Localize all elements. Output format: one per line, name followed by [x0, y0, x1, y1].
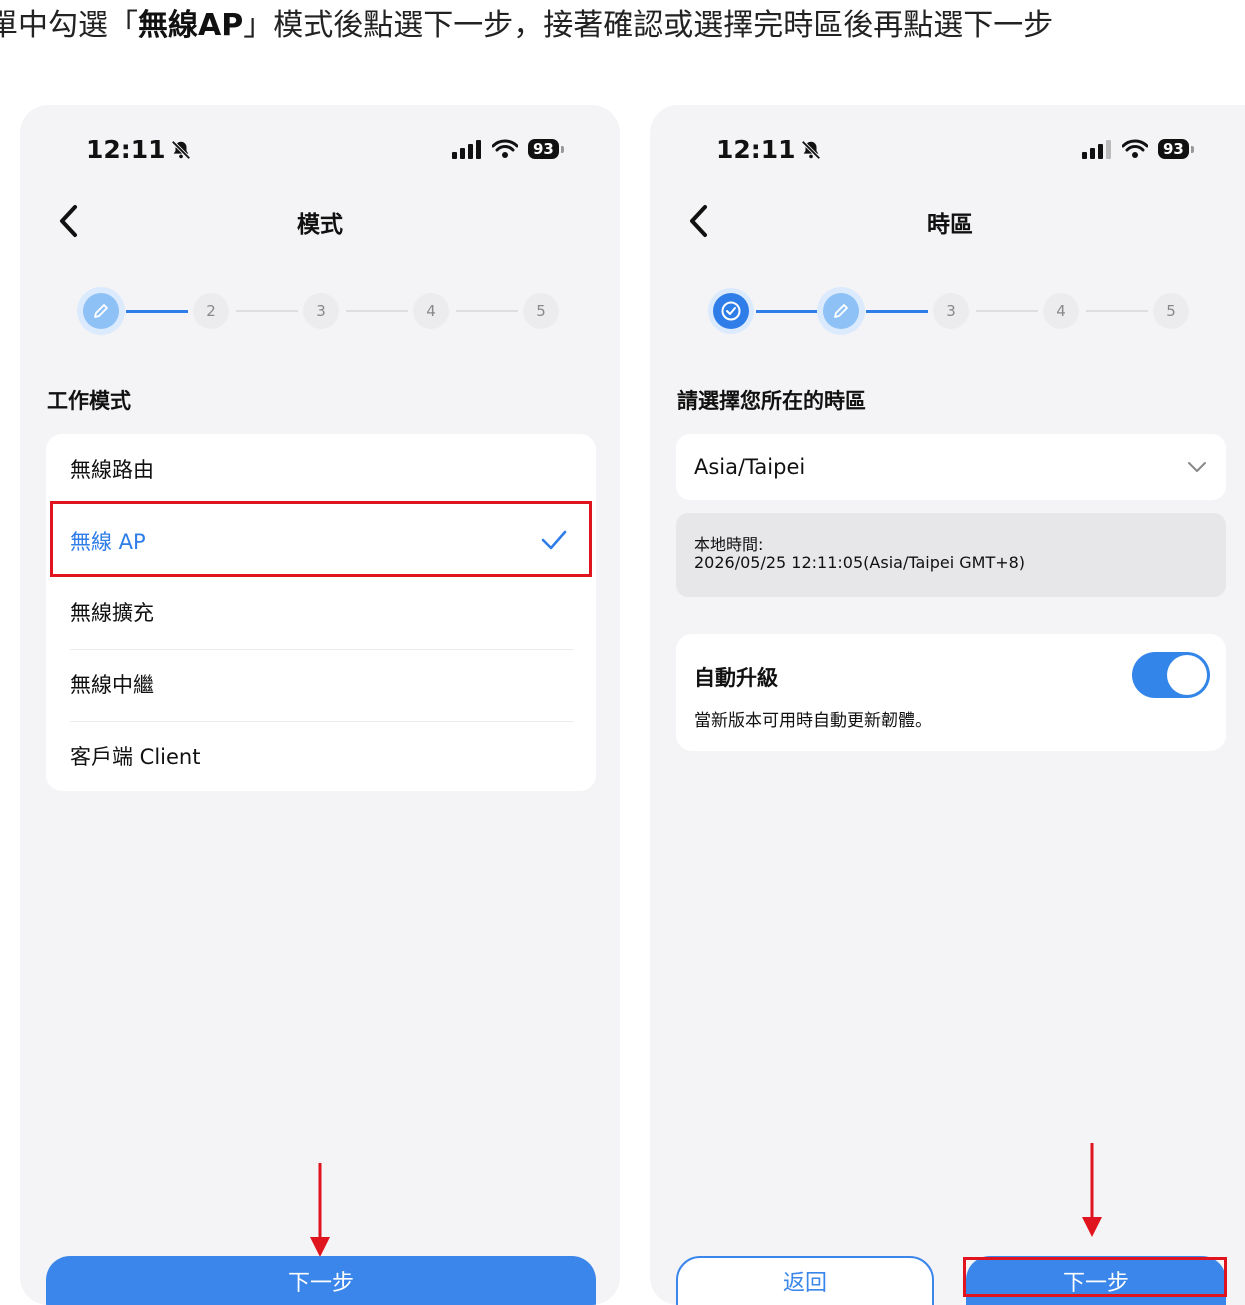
instruction-highlight: 無線AP	[138, 8, 244, 43]
timezone-value: Asia/Taipei	[694, 455, 806, 479]
step-5: 5	[1153, 293, 1189, 329]
step-3: 3	[933, 293, 969, 329]
step-5: 5	[523, 293, 559, 329]
mode-option-repeater[interactable]: 無線中繼	[70, 649, 574, 722]
step-4: 4	[413, 293, 449, 329]
instruction-suffix: 」模式後點選下一步，接著確認或選擇完時區後再點選下一步	[243, 8, 1054, 43]
annotation-arrow-icon	[310, 1163, 330, 1257]
annotation-arrow-icon	[1082, 1143, 1102, 1237]
status-indicators: 93	[452, 139, 564, 159]
wifi-icon	[1122, 139, 1148, 158]
page-title: 時區	[927, 212, 973, 238]
step-3: 3	[303, 293, 339, 329]
step-current	[823, 293, 859, 329]
step-connector	[456, 310, 518, 312]
auto-upgrade-title: 自動升級	[694, 666, 778, 690]
mode-screen: 12:11 93 模式 2 3 4 5 工作模式 無線路由 無線 AP 無線擴充…	[20, 105, 620, 1305]
step-connector	[236, 310, 298, 312]
section-label: 工作模式	[47, 389, 131, 413]
pencil-icon	[94, 304, 108, 318]
pencil-icon	[834, 304, 848, 318]
mode-list: 無線路由 無線 AP 無線擴充 無線中繼 客戶端 Client	[46, 434, 596, 791]
instruction-text: 單中勾選「無線AP」模式後點選下一步，接著確認或選擇完時區後再點選下一步	[0, 2, 1245, 52]
step-current	[83, 293, 119, 329]
mode-option-client[interactable]: 客戶端 Client	[70, 721, 574, 793]
step-completed	[713, 293, 749, 329]
step-connector	[866, 310, 928, 313]
cellular-signal-icon	[1082, 140, 1111, 159]
check-circle-icon	[721, 301, 741, 321]
local-time-value: 2026/05/25 12:11:05(Asia/Taipei GMT+8)	[694, 553, 1026, 572]
cellular-signal-icon	[452, 140, 481, 159]
progress-stepper: 2 3 4 5	[80, 291, 580, 331]
mode-option-extender[interactable]: 無線擴充	[70, 577, 574, 650]
auto-upgrade-description: 當新版本可用時自動更新韌體。	[694, 711, 932, 731]
page-title: 模式	[297, 212, 343, 238]
step-connector	[346, 310, 408, 312]
step-connector	[976, 310, 1038, 312]
status-bar-time: 12:11	[86, 135, 192, 164]
auto-upgrade-card: 自動升級 當新版本可用時自動更新韌體。	[676, 634, 1226, 751]
bell-muted-icon	[801, 139, 821, 160]
status-bar-time: 12:11	[716, 135, 822, 164]
chevron-down-icon	[1188, 462, 1206, 472]
step-connector	[1086, 310, 1148, 312]
mode-option-router[interactable]: 無線路由	[70, 434, 574, 506]
step-connector	[126, 310, 188, 313]
progress-stepper: 3 4 5	[710, 291, 1210, 331]
timezone-select[interactable]: Asia/Taipei	[676, 434, 1226, 500]
annotation-highlight-box	[50, 501, 592, 577]
annotation-highlight-box	[963, 1257, 1227, 1297]
local-time-label: 本地時間:	[694, 535, 764, 554]
clock: 12:11	[86, 135, 166, 164]
clock: 12:11	[716, 135, 796, 164]
section-label: 請選擇您所在的時區	[677, 389, 866, 413]
local-time-panel: 本地時間: 2026/05/25 12:11:05(Asia/Taipei GM…	[676, 513, 1226, 597]
step-2: 2	[193, 293, 229, 329]
step-4: 4	[1043, 293, 1079, 329]
next-button[interactable]: 下一步	[46, 1256, 596, 1305]
auto-upgrade-toggle[interactable]	[1132, 652, 1210, 698]
bell-muted-icon	[171, 139, 191, 160]
status-indicators: 93	[1082, 139, 1194, 159]
battery-indicator: 93	[528, 139, 564, 159]
back-button[interactable]: 返回	[676, 1256, 934, 1305]
battery-indicator: 93	[1158, 139, 1194, 159]
toggle-knob	[1167, 655, 1207, 695]
timezone-screen: 12:11 93 時區 3 4 5 請選擇您所在的時區 Asia/Taipei …	[650, 105, 1245, 1305]
step-connector	[756, 310, 818, 313]
wifi-icon	[492, 139, 518, 158]
instruction-prefix: 單中勾選「	[0, 8, 138, 43]
